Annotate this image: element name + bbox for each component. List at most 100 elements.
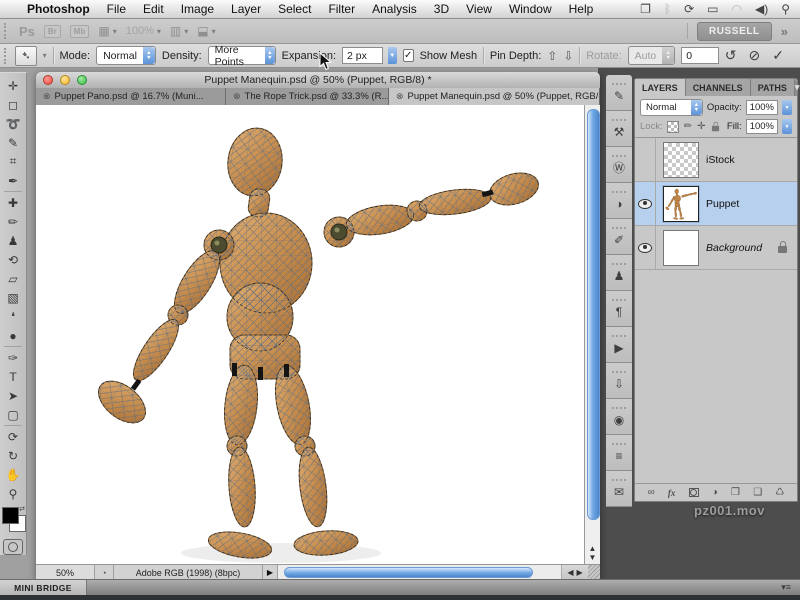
adjustment-layer-icon[interactable]: ◑ <box>712 487 718 498</box>
marquee-tool-icon[interactable]: ◻ <box>2 95 24 114</box>
document-titlebar[interactable]: Puppet Manequin.psd @ 50% (Puppet, RGB/8… <box>36 72 600 89</box>
panel-overflow-chevron[interactable]: » <box>781 24 792 39</box>
visibility-toggle[interactable] <box>635 226 656 269</box>
crop-tool-icon[interactable]: ⌗ <box>2 152 24 171</box>
new-layer-icon[interactable]: ❑ <box>753 487 762 498</box>
quick-mask-button[interactable] <box>3 539 23 555</box>
bluetooth-icon[interactable]: ᛒ <box>664 2 671 16</box>
lock-transparency-icon[interactable] <box>667 121 679 133</box>
panel-tool-presets-button[interactable]: ⚒ <box>606 111 632 147</box>
type-tool-icon[interactable]: T <box>2 367 24 386</box>
status-options-icon[interactable]: ◔ <box>95 565 114 580</box>
panel-brush-button[interactable]: ✎ <box>606 75 632 111</box>
swap-colors-icon[interactable]: ⇄ <box>19 505 25 513</box>
horizontal-scroll-arrows[interactable]: ◀▶ <box>561 565 588 580</box>
rotate-select[interactable]: Auto ▲▼ <box>628 46 676 65</box>
panel-history-button[interactable]: ⇩ <box>606 363 632 399</box>
document-tab-2[interactable]: ⊗The Rope Trick.psd @ 33.3% (R... <box>226 88 389 105</box>
menu-filter[interactable]: Filter <box>328 2 355 16</box>
commit-icon[interactable]: ✓ <box>772 47 784 64</box>
panel-adjustments-button[interactable]: ◑ <box>606 183 632 219</box>
menu-3d[interactable]: 3D <box>434 2 449 16</box>
path-selection-tool-icon[interactable]: ➤ <box>2 386 24 405</box>
move-tool-icon[interactable]: ✛ <box>2 76 24 95</box>
visibility-toggle[interactable] <box>635 138 656 181</box>
panel-notes-button[interactable]: ≡ <box>606 435 632 471</box>
eraser-tool-icon[interactable]: ▱ <box>2 269 24 288</box>
launch-minibridge-button[interactable]: Mb <box>70 25 90 38</box>
screen-mode-button[interactable]: ⬓ ▾ <box>197 24 215 38</box>
tool-preset-caret-icon[interactable]: ▾ <box>43 51 47 60</box>
tab-close-icon[interactable]: ⊗ <box>43 91 51 102</box>
pen-tool-icon[interactable]: ✑ <box>2 348 24 367</box>
puppet-warp-tool-icon[interactable]: ➴ <box>15 46 36 66</box>
layer-style-icon[interactable]: fx <box>668 488 676 498</box>
pin-forward-icon[interactable]: ⇧ <box>547 49 557 63</box>
cancel-icon[interactable]: ⊘ <box>749 47 761 64</box>
sync-icon[interactable]: ⟳ <box>684 2 694 16</box>
layer-thumbnail[interactable] <box>663 186 699 222</box>
horizontal-scroll-thumb[interactable] <box>284 567 533 578</box>
view-extras-button[interactable]: ▦ ▾ <box>98 24 116 38</box>
lock-paint-icon[interactable]: ✏ <box>684 122 692 132</box>
volume-icon[interactable]: ◀) <box>755 2 768 16</box>
hand-tool-icon[interactable]: ✋ <box>2 465 24 484</box>
menu-image[interactable]: Image <box>181 2 214 16</box>
launch-bridge-button[interactable]: Br <box>44 25 61 38</box>
layer-thumbnail[interactable] <box>663 142 699 178</box>
visibility-toggle[interactable] <box>635 182 656 225</box>
mini-bridge-menu-icon[interactable]: ▾≡ <box>781 580 800 595</box>
minimize-button[interactable] <box>60 75 70 85</box>
layer-row-puppet[interactable]: Puppet <box>635 182 797 226</box>
menu-window[interactable]: Window <box>509 2 552 16</box>
reset-icon[interactable]: ↺ <box>725 47 737 64</box>
foreground-color-swatch[interactable] <box>2 507 19 524</box>
expansion-spinner-icon[interactable]: ▼ <box>388 47 397 64</box>
zoom-percentage-field[interactable]: 50% <box>36 565 95 580</box>
vertical-scrollbar[interactable]: ▲▼ <box>584 105 600 564</box>
display-icon[interactable]: ▭ <box>707 2 718 16</box>
quick-selection-tool-icon[interactable]: ✎ <box>2 133 24 152</box>
panel-kuler-button[interactable]: Ⓦ <box>606 147 632 183</box>
blur-tool-icon[interactable]: ❛ <box>2 307 24 326</box>
zoom-level-button[interactable]: 100% ▾ <box>126 25 161 37</box>
menu-select[interactable]: Select <box>278 2 311 16</box>
panel-tab-layers[interactable]: LAYERS <box>635 79 686 96</box>
resize-grip[interactable] <box>588 565 600 580</box>
history-brush-tool-icon[interactable]: ⟲ <box>2 250 24 269</box>
gradient-tool-icon[interactable]: ▧ <box>2 288 24 307</box>
lock-all-icon[interactable] <box>711 126 718 132</box>
mini-bridge-tab[interactable]: MINI BRIDGE <box>0 580 87 595</box>
shape-tool-icon[interactable]: ▢ <box>2 405 24 424</box>
menu-analysis[interactable]: Analysis <box>372 2 417 16</box>
fill-dropdown-icon[interactable]: ▼ <box>782 119 792 134</box>
tab-close-icon[interactable]: ⊗ <box>396 91 404 102</box>
horizontal-scrollbar[interactable] <box>278 565 561 580</box>
blend-mode-select[interactable]: Normal ▲▼ <box>640 99 703 116</box>
panel-actions-button[interactable]: ▶ <box>606 327 632 363</box>
lock-position-icon[interactable]: ✛ <box>697 122 705 132</box>
vertical-scroll-arrows[interactable]: ▲▼ <box>585 544 600 562</box>
healing-brush-tool-icon[interactable]: ✚ <box>2 193 24 212</box>
density-select[interactable]: More Points ▲▼ <box>208 46 276 65</box>
vertical-scroll-thumb[interactable] <box>587 109 600 520</box>
3d-orbit-tool-icon[interactable]: ↻ <box>2 446 24 465</box>
menu-file[interactable]: File <box>107 2 126 16</box>
layer-row-background[interactable]: Background <box>635 226 797 270</box>
eyedropper-tool-icon[interactable]: ✒ <box>2 171 24 190</box>
panel-brush-presets-button[interactable]: ✐ <box>606 219 632 255</box>
new-group-icon[interactable]: ❒ <box>731 487 740 498</box>
delete-layer-icon[interactable]: ♺ <box>775 487 784 498</box>
3d-rotate-tool-icon[interactable]: ⟳ <box>2 427 24 446</box>
expansion-input[interactable]: 2 px <box>342 47 383 64</box>
arrange-documents-button[interactable]: ▥ ▾ <box>170 24 188 38</box>
panel-tab-paths[interactable]: PATHS <box>751 79 795 96</box>
opacity-input[interactable]: 100% <box>746 100 778 115</box>
menu-view[interactable]: View <box>466 2 492 16</box>
show-mesh-checkbox[interactable]: ✓ <box>403 49 414 62</box>
brush-tool-icon[interactable]: ✏ <box>2 212 24 231</box>
canvas[interactable] <box>36 105 584 564</box>
document-tab-3[interactable]: ⊗Puppet Manequin.psd @ 50% (Puppet, RGB/… <box>389 88 600 105</box>
panel-character-button[interactable]: ¶ <box>606 291 632 327</box>
dodge-tool-icon[interactable]: ● <box>2 326 24 345</box>
